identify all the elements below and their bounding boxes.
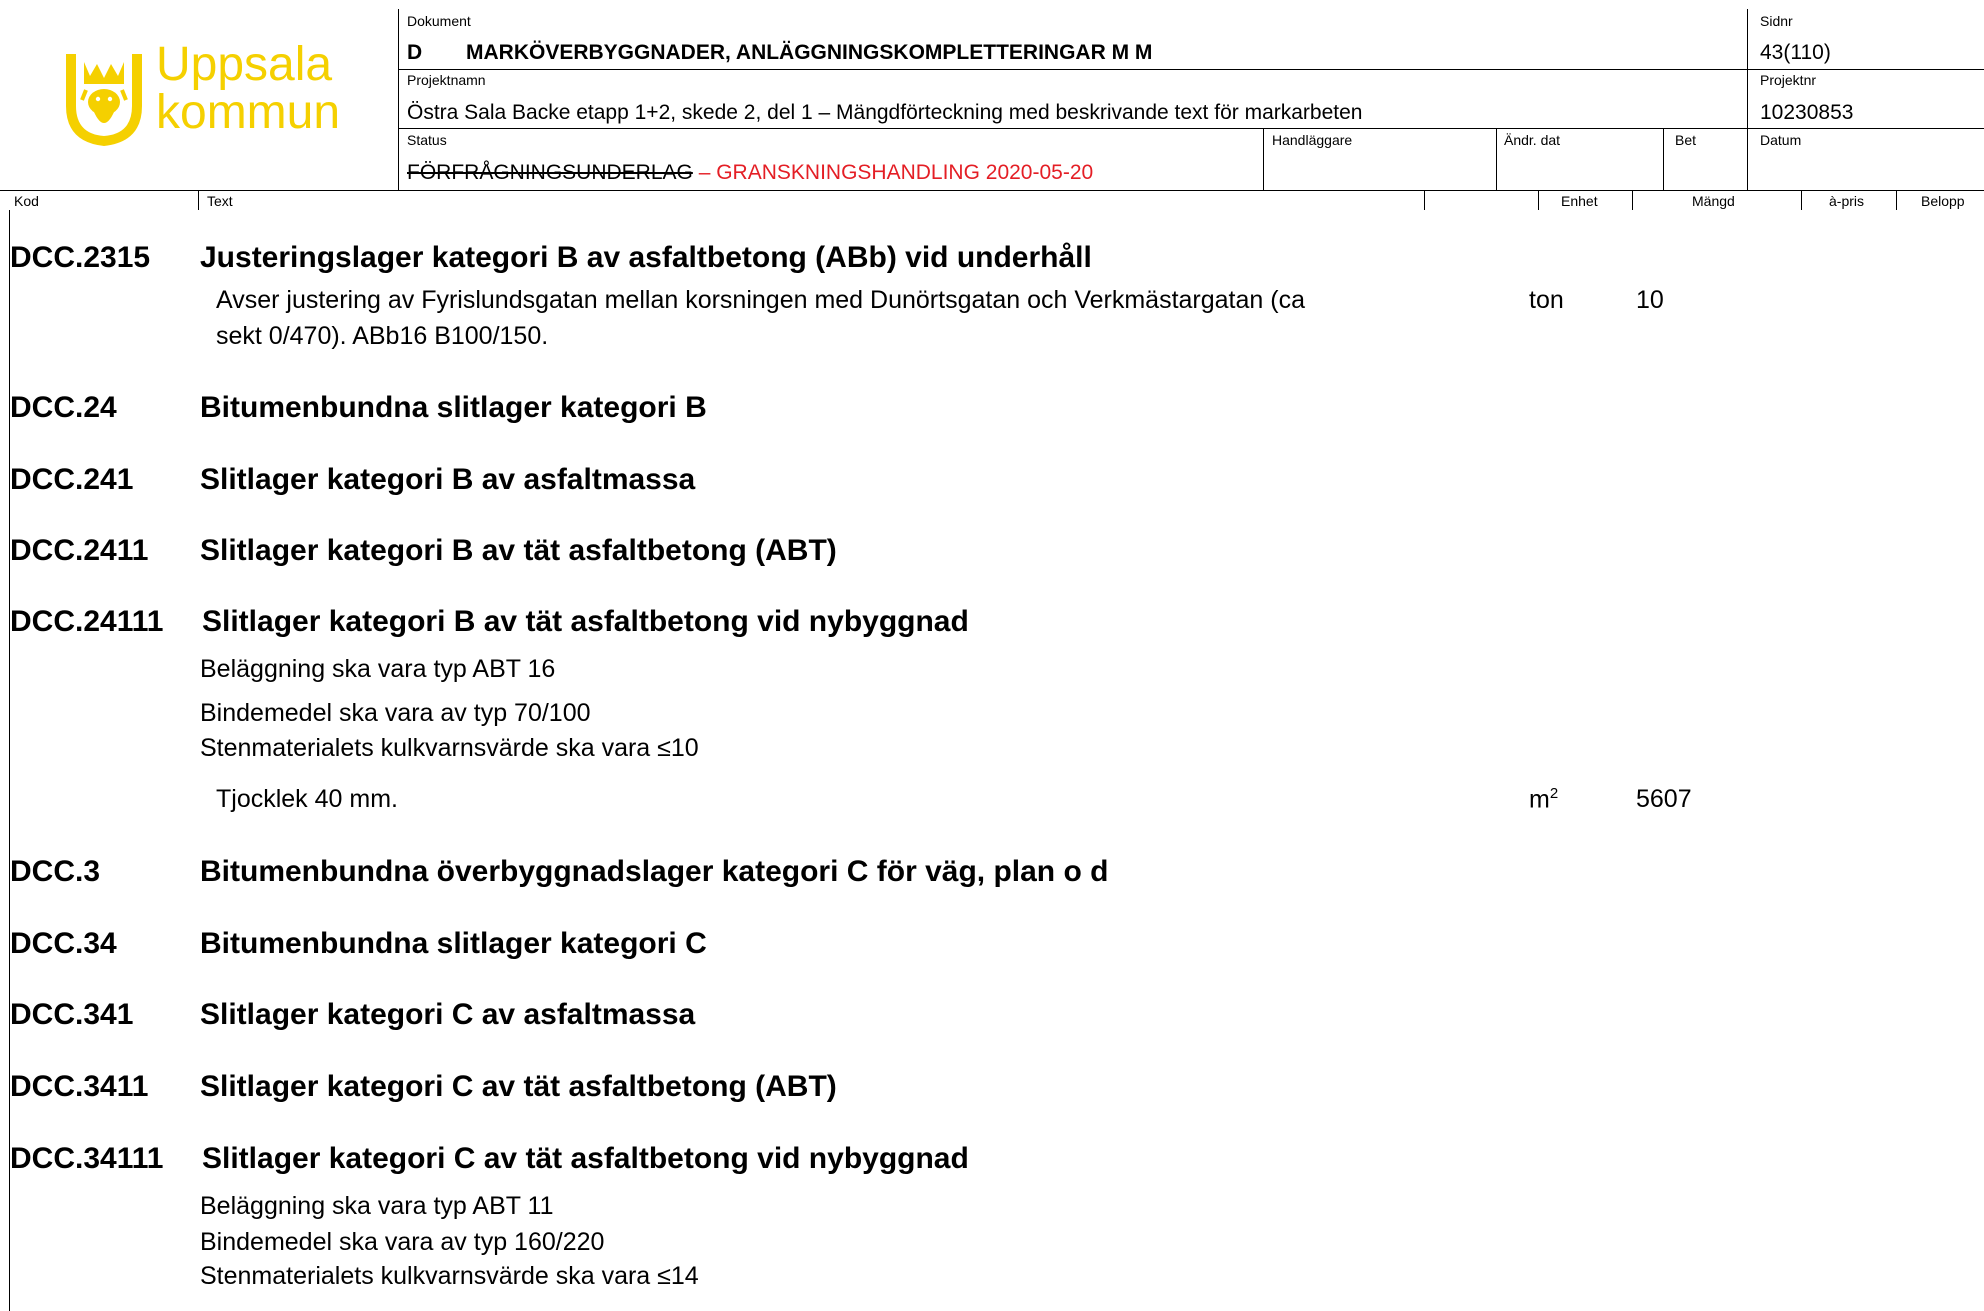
header-rule-bottom [0, 190, 1984, 191]
bet-label: Bet [1675, 132, 1697, 148]
sidnr-label: Sidnr [1760, 13, 1793, 29]
section-desc-line: Bindemedel ska vara av typ 70/100 [200, 699, 591, 727]
logo-line-2: kommun [156, 86, 341, 139]
section-code: DCC.24 [10, 391, 117, 424]
col-text: Text [207, 193, 233, 209]
handlaggare-label: Handläggare [1272, 132, 1353, 148]
status-dash: – [692, 161, 717, 184]
section-code: DCC.3 [10, 855, 101, 888]
quantity-value: 10 [1636, 286, 1664, 314]
dokument-value: MARKÖVERBYGGNADER, ANLÄGGNINGSKOMPLETTER… [466, 41, 1153, 64]
projektnamn-value: Östra Sala Backe etapp 1+2, skede 2, del… [407, 101, 1363, 124]
projektnr-value: 10230853 [1760, 101, 1854, 124]
col-divider-5 [1896, 190, 1897, 210]
section-title: Slitlager kategori B av tät asfaltbetong… [202, 605, 969, 638]
section-code: DCC.34111 [10, 1142, 164, 1175]
header-divider-handlaggare [1263, 128, 1264, 190]
section-title: Bitumenbundna slitlager kategori C [200, 927, 707, 960]
section-code: DCC.3411 [10, 1070, 149, 1103]
col-divider-1 [1424, 190, 1425, 210]
projektnamn-label: Projektnamn [407, 72, 486, 88]
col-apris: à-pris [1829, 193, 1865, 209]
section-title: Bitumenbundna slitlager kategori B [200, 391, 707, 424]
section-title: Bitumenbundna överbyggnadslager kategori… [200, 855, 1109, 888]
dokument-label: Dokument [407, 13, 471, 29]
section-title: Justeringslager kategori B av asfaltbeto… [200, 241, 1092, 274]
col-kod: Kod [14, 193, 39, 209]
status-struck: FÖRFRÅGNINGSUNDERLAG [407, 161, 693, 184]
section-desc-line: Stenmaterialets kulkvarnsvärde ska vara … [200, 1262, 699, 1290]
unit-exponent: 2 [1549, 785, 1559, 802]
section-code: DCC.341 [10, 998, 134, 1031]
header-divider-right [1747, 9, 1748, 190]
section-title: Slitlager kategori B av tät asfaltbetong… [200, 534, 837, 567]
section-title: Slitlager kategori C av asfaltmassa [200, 998, 696, 1031]
logo-line-1: Uppsala [156, 38, 333, 91]
header-rule-1 [398, 69, 1984, 70]
col-divider-3 [1632, 190, 1633, 210]
section-code: DCC.2411 [10, 534, 149, 567]
quantity-value: 5607 [1636, 785, 1692, 813]
unit-base: m [1529, 785, 1550, 814]
col-divider-2 [1538, 190, 1539, 210]
section-desc-line: sekt 0/470). ABb16 B100/150. [216, 322, 549, 350]
col-mangd: Mängd [1692, 193, 1735, 209]
section-desc-line: Bindemedel ska vara av typ 160/220 [200, 1228, 605, 1256]
col-divider-4 [1801, 190, 1802, 210]
col-enhet: Enhet [1561, 193, 1598, 209]
section-code: DCC.241 [10, 463, 134, 496]
header-divider-bet [1663, 128, 1664, 190]
document-page: { "logo": { "line1": "Uppsala", "line2":… [0, 0, 1984, 1311]
sidnr-value: 43(110) [1760, 41, 1831, 64]
status-current: GRANSKNINGSHANDLING 2020-05-20 [716, 161, 1094, 184]
projektnr-label: Projektnr [1760, 72, 1817, 88]
col-belopp: Belopp [1921, 193, 1965, 209]
dokument-code: D [407, 41, 423, 64]
header-divider-logo [398, 9, 399, 190]
lion-crest-icon [66, 54, 142, 146]
section-desc-line: Tjocklek 40 mm. [216, 785, 398, 813]
section-code: DCC.34 [10, 927, 117, 960]
col-divider-kod [198, 190, 199, 210]
unit-value: ton [1529, 286, 1564, 314]
status-value: FÖRFRÅGNINGSUNDERLAG – GRANSKNINGSHANDLI… [407, 161, 1093, 185]
andr-dat-label: Ändr. dat [1504, 132, 1561, 148]
section-title: Slitlager kategori C av tät asfaltbetong… [202, 1142, 969, 1175]
section-title: Slitlager kategori B av asfaltmassa [200, 463, 696, 496]
section-desc-line: Beläggning ska vara typ ABT 11 [200, 1192, 554, 1220]
unit-value: m2 [1529, 785, 1558, 814]
section-code: DCC.24111 [10, 605, 164, 638]
section-title: Slitlager kategori C av tät asfaltbetong… [200, 1070, 837, 1103]
section-code: DCC.2315 [10, 241, 151, 274]
header-divider-andr [1496, 128, 1497, 190]
datum-label: Datum [1760, 132, 1802, 148]
status-label: Status [407, 132, 447, 148]
header-rule-2 [398, 128, 1984, 129]
section-desc-line: Avser justering av Fyrislundsgatan mella… [216, 286, 1305, 314]
section-desc-line: Beläggning ska vara typ ABT 16 [200, 655, 556, 683]
section-desc-line: Stenmaterialets kulkvarnsvärde ska vara … [200, 734, 699, 762]
